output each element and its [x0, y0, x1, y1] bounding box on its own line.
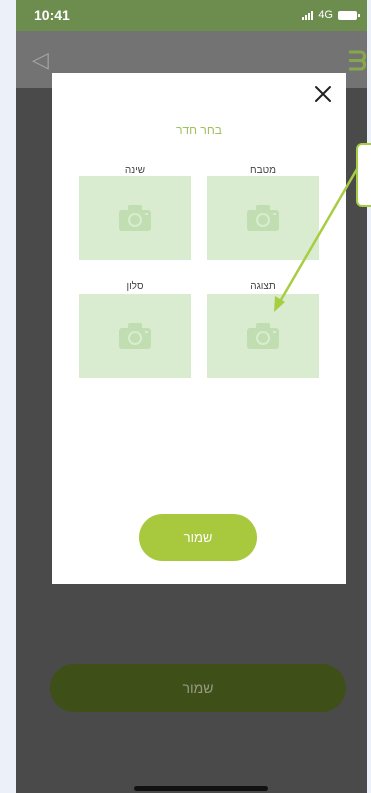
- home-indicator: [134, 786, 268, 791]
- battery-icon: [338, 10, 360, 20]
- camera-icon: [247, 323, 279, 349]
- camera-icon: [247, 205, 279, 231]
- room-tile-bedroom[interactable]: [79, 176, 191, 260]
- signal-icon: [302, 10, 314, 20]
- room-tile-kitchen[interactable]: [207, 176, 319, 260]
- room-tile-display[interactable]: [207, 294, 319, 378]
- page-save-button[interactable]: שמור: [50, 664, 346, 712]
- room-tile-living-room[interactable]: [79, 294, 191, 378]
- close-icon[interactable]: [312, 83, 334, 105]
- status-indicators: 4G: [302, 9, 360, 21]
- modal-save-button[interactable]: שמור: [139, 514, 257, 561]
- room-label-kitchen: מטבח: [250, 165, 276, 176]
- back-triangle-icon[interactable]: ◁: [32, 49, 49, 71]
- choose-room-modal: בחר חדר מטבח שינה תצוגה סלון שמור: [52, 73, 346, 584]
- room-label-bedroom: שינה: [124, 165, 146, 176]
- modal-title: בחר חדר: [176, 123, 222, 137]
- status-time: 10:41: [34, 7, 70, 23]
- menu-icon[interactable]: ᗱ: [348, 48, 367, 74]
- camera-icon: [119, 323, 151, 349]
- room-label-living-room: סלון: [126, 281, 144, 292]
- room-label-display: תצוגה: [250, 281, 276, 292]
- camera-icon: [119, 205, 151, 231]
- network-type: 4G: [318, 9, 333, 21]
- status-bar: 10:41 4G: [16, 0, 367, 31]
- annotation-callout: [356, 143, 371, 207]
